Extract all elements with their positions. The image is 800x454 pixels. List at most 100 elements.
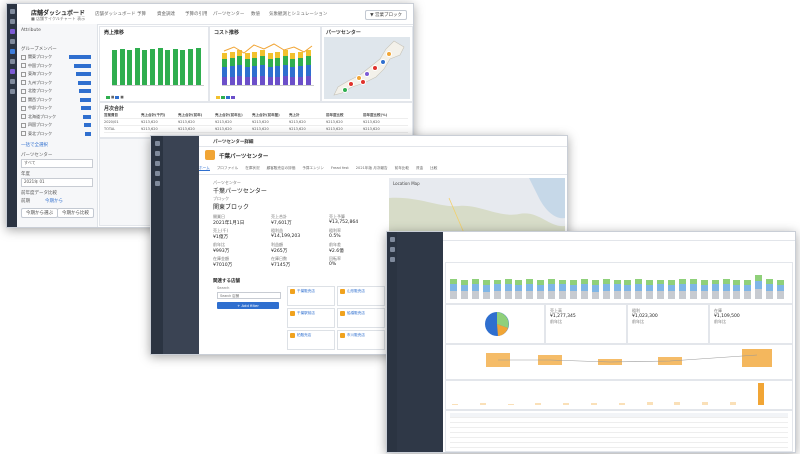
chart-icon[interactable] [9,39,15,44]
settings-icon[interactable] [9,79,15,84]
map-icon[interactable] [9,59,15,64]
tab-home[interactable]: ホーム [199,166,210,171]
stacked-bar-segment[interactable] [635,291,643,299]
nav-item[interactable]: パーツセンター [213,11,244,17]
tab[interactable]: 2021年版 月次報告 [356,166,388,170]
stacked-bar-segment[interactable] [711,291,719,299]
sales-bar[interactable] [195,48,201,85]
stacked-bar-segment[interactable] [569,279,577,285]
stacked-bar-segment[interactable] [482,285,490,292]
stacked-bar-segment[interactable] [515,291,523,299]
checkbox[interactable] [21,88,26,94]
stacked-bar-segment[interactable] [471,290,479,299]
stacked-bar-segment[interactable] [755,281,763,290]
map-pin[interactable] [342,87,348,93]
stacked-bar-segment[interactable] [526,279,534,285]
map-pin[interactable] [372,65,378,71]
add-filter-button[interactable]: + Add filter [217,302,279,309]
stacked-bar-segment[interactable] [755,275,763,281]
chart-icon[interactable] [389,257,395,262]
stacked-bar-segment[interactable] [548,278,556,284]
stacked-bar-segment[interactable] [580,279,588,285]
lower-bar[interactable] [646,402,653,405]
tab[interactable]: 顧客販売店の評価 [267,166,296,170]
menu-icon[interactable] [389,237,395,242]
stacked-bar-segment[interactable] [559,291,566,299]
nav-item[interactable]: 気象観測とシミュレーション [269,11,327,17]
related-store-card[interactable]: 千葉販売店 [287,286,335,306]
sales-bar[interactable] [165,49,171,85]
stacked-bar-segment[interactable] [559,279,566,285]
stacked-bar-segment[interactable] [515,284,523,292]
stacked-bar-segment[interactable] [635,284,643,292]
stacked-bar-segment[interactable] [450,284,457,292]
map[interactable] [324,37,410,99]
map-pin[interactable] [364,71,370,77]
sales-bar[interactable] [142,49,148,85]
stacked-bar-segment[interactable] [711,279,719,285]
stacked-bar-segment[interactable] [755,289,763,299]
nav-item[interactable]: 予算 [137,11,146,17]
stacked-bar-segment[interactable] [689,284,697,292]
map-pin[interactable] [386,51,392,57]
related-search-input[interactable] [217,292,281,299]
tab[interactable]: 比較 [430,166,437,170]
stacked-bar-segment[interactable] [700,284,708,292]
stacked-bar-segment[interactable] [460,291,468,299]
stacked-bar-segment[interactable] [700,291,708,299]
home-icon[interactable] [154,151,160,156]
sales-bar[interactable] [180,50,186,85]
stacked-bar-segment[interactable] [537,284,545,292]
stacked-bar-segment[interactable] [657,291,665,299]
stacked-bar-segment[interactable] [722,283,730,291]
settings-icon[interactable] [154,181,160,186]
stacked-bar-segment[interactable] [591,285,599,292]
map-pin[interactable] [380,59,386,65]
stacked-bar-segment[interactable] [777,279,784,285]
stacked-bar-segment[interactable] [515,280,523,285]
lower-bar[interactable] [507,403,514,405]
stacked-bar-segment[interactable] [460,279,468,285]
stacked-bar-segment[interactable] [504,278,512,284]
lower-bar[interactable] [535,403,542,405]
filter-item[interactable]: 九州ブロック [21,80,91,86]
stacked-bar-segment[interactable] [668,291,675,299]
stacked-bar-segment[interactable] [733,291,741,299]
related-store-card[interactable]: 山形販売店 [337,286,385,306]
stacked-bar-segment[interactable] [526,284,534,292]
stacked-bar-segment[interactable] [689,291,697,299]
stacked-bar-segment[interactable] [613,284,621,292]
stacked-bar-segment[interactable] [624,279,632,285]
stacked-bar-segment[interactable] [657,279,665,285]
lower-bar[interactable] [618,402,625,405]
stacked-bar-segment[interactable] [602,290,610,299]
block-filter-button[interactable]: ▼ 営業ブロック [365,10,407,20]
table-row[interactable]: 2020/01 ¥213,620 ¥213,620 ¥213,620 ¥213,620 ¥… [104,120,408,126]
nav-item[interactable]: 店舗ダッシュボード [95,11,136,17]
nav-item[interactable]: 資金調達 [157,11,175,17]
lower-bar[interactable] [563,403,570,405]
stacked-bar-segment[interactable] [591,280,599,286]
map-pin[interactable] [360,79,366,85]
home-icon[interactable] [389,247,395,252]
stacked-bar-segment[interactable] [646,280,654,285]
stacked-bar-segment[interactable] [559,284,566,292]
lower-bar[interactable] [452,403,458,405]
search-icon[interactable] [154,161,160,166]
checkbox[interactable] [21,122,26,128]
tab[interactable]: 在庫状況 [245,166,259,170]
related-store-card[interactable]: 千葉駅前店 [287,308,335,328]
lower-bar[interactable] [479,403,486,405]
lower-bar[interactable] [674,402,681,405]
tab[interactable]: 前年比較 [395,166,409,170]
stacked-bar-segment[interactable] [624,284,632,292]
tab[interactable]: プロファイル [217,166,239,170]
report-icon[interactable] [9,69,15,74]
lower-bar[interactable] [591,402,597,405]
stacked-bar-segment[interactable] [733,284,741,292]
related-store-card[interactable]: 船橋販売店 [337,308,385,328]
checkbox[interactable] [21,114,26,119]
stacked-bar-segment[interactable] [744,284,752,292]
table-icon[interactable] [9,49,15,54]
stacked-bar-segment[interactable] [700,279,708,285]
